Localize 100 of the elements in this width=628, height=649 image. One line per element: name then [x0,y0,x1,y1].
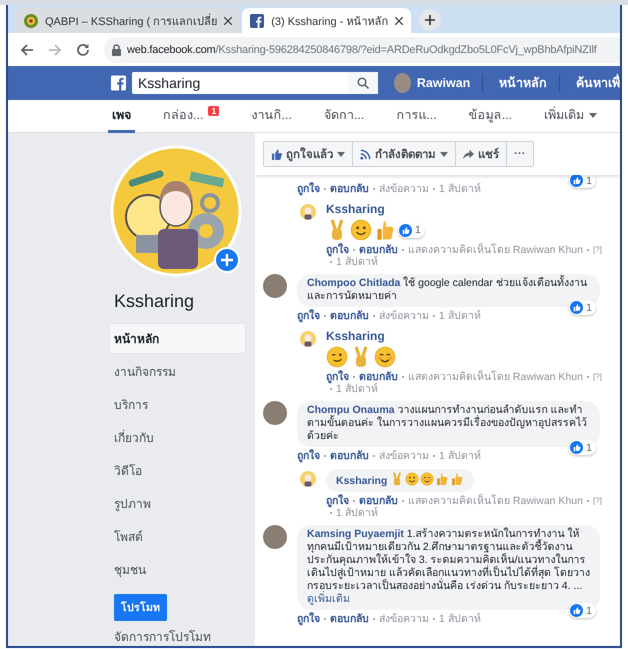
like-reaction-icon [570,301,584,314]
user-avatar[interactable] [263,401,287,425]
comment-action-link[interactable]: ถูกใจ [297,450,320,462]
separator-dot-icon [402,500,404,502]
comment-action-link[interactable]: ถูกใจ [297,613,320,625]
sidebar-item[interactable]: รูปภาพ [110,489,245,518]
separator-dot-icon [373,455,375,457]
comment-meta: 1 สัปดาห์ [439,183,481,195]
promote-button[interactable]: โปรโมท [114,594,167,621]
sidebar-item[interactable]: ชุมชน [110,555,245,584]
comment-meta: แสดงความคิดเห็นโดย Rawiwan Khun [408,244,583,256]
comment-action-link[interactable]: ตอบกลับ [359,244,398,256]
comment-action-link[interactable]: ถูกใจ [297,310,320,322]
comment-meta: ส่งข้อความ [379,183,429,195]
share-arrow-icon [463,148,474,160]
comment-text: Kamsing Puyaemjit 1.สร้างความตระหนักในการทำงาน ให้ทุกคนมีเป้าหมายเดียวกัน 2.ศึกษามาตรฐานและตัวชี้วัดงานประกันคุณภาพให้เข้าใจ 3. ระดมความคิดเห็น/แนวทางในการเดินไปสู่เป้าหมาย แล้วคัดเลือกแนวทางที่เป็นไปได้ที่สุด โดยวางกรอบระยะเวลาเป็นสองอย่างนั่นคือ เร่งด่วน กับระยะยาว 4. ... [307,528,590,592]
page-tab[interactable]: จัดกา... [320,100,368,133]
smiling-face-icon [420,472,434,486]
user-avatar[interactable] [263,525,287,549]
close-icon[interactable] [224,16,232,24]
manage-promotions-link[interactable]: จัดการการโปรโมท [114,627,245,646]
forward-arrow-icon [48,42,62,56]
page-tab[interactable]: กล่อง... 1 [159,100,224,133]
comment-action-link[interactable]: ถูกใจ [326,371,349,383]
browser-tab[interactable]: QABPI – KSSharing ( การแลกเปลี่ย [16,8,240,33]
comment-author-link[interactable]: Kssharing [326,329,385,343]
browser-tab[interactable]: (3) Kssharing - หน้าหลัก [242,8,412,33]
comment-author-link[interactable]: Kssharing [336,475,388,487]
like-count-badge: 1 [398,222,425,238]
page-tab[interactable]: ข้อมูล... [464,100,516,133]
like-count-badge: 1 [569,300,596,315]
like-count-badge: 1 [569,440,596,455]
winking-face-icon [326,346,348,368]
sidebar-item[interactable]: หน้าหลัก [110,324,245,353]
facebook-favicon-icon [250,14,264,28]
comment-action-link[interactable]: ถูกใจ [326,244,349,256]
sidebar-item[interactable]: เกี่ยวกับ [110,423,245,452]
new-tab-button[interactable] [419,9,442,31]
nav-link[interactable]: ค้นหาเพื่ [576,73,620,93]
nav-link[interactable]: หน้าหลัก [499,73,548,93]
comment-action-link[interactable]: ตอบกลับ [359,495,398,507]
like-button[interactable]: ถูกใจแล้ว [264,142,353,166]
page-avatar-icon [300,331,316,347]
search-button[interactable] [348,72,378,94]
back-arrow-icon [20,42,34,56]
page-tab[interactable]: เพิ่มเติม [540,100,602,133]
comment-action-link[interactable]: ถูกใจ [326,495,349,507]
add-photo-icon[interactable] [214,247,240,273]
address-bar[interactable]: web.facebook.com/Kssharing-596284250846798/?eid=ARDeRuOdkgdZbo5L0FcVj_wpBhbAfpiNZIlf [104,36,620,62]
user-name-link[interactable]: Rawiwan [416,76,470,90]
separator-dot-icon [373,618,375,620]
user-avatar[interactable] [263,274,287,298]
separator-dot-icon [433,315,435,317]
smiley-icon [405,472,420,486]
separator-dot-icon [324,618,326,620]
comment-action-link[interactable]: ตอบกลับ [330,450,369,462]
separator-dot-icon [353,500,355,502]
sidebar-item[interactable]: โพสต์ [110,522,245,551]
see-more-link[interactable]: ดูเพิ่มเติม [307,593,350,605]
url-text: web.facebook.com/Kssharing-596284250846798/?eid=ARDeRuOdkgdZbo5L0FcVj_wpBhbAfpiNZIlf [127,44,597,56]
page-avatar-icon [300,204,316,220]
thumbs-up-icon [435,472,450,486]
comment-author-link[interactable]: Kssharing [326,202,385,216]
share-button[interactable]: แชร์ [456,142,507,166]
comment-action-link[interactable]: ตอบกลับ [330,183,369,195]
comment-meta: ส่งข้อความ [379,310,429,322]
close-icon[interactable] [395,16,404,24]
separator-dot-icon [324,188,326,190]
separator-dot-icon [353,376,355,378]
comment-meta: 1 สัปดาห์ [336,383,378,395]
like-count-badge: 1 [569,603,596,618]
more-button[interactable]: ··· [507,142,532,166]
facebook-logo-icon [111,74,126,92]
comment-action-link[interactable]: ตอบกลับ [359,371,398,383]
follow-button[interactable]: กำลังติดตาม [353,142,456,166]
sidebar-item[interactable]: วิดีโอ [110,456,245,485]
plus-icon [425,15,436,25]
comment-meta: ส่งข้อความ [379,613,429,625]
comment-action-link[interactable]: ถูกใจ [297,183,320,195]
page-name: Kssharing [114,291,196,312]
page-tab[interactable]: การแ... [392,100,441,133]
comment-meta: 1 สัปดาห์ [439,613,481,625]
separator-dot-icon [433,188,435,190]
separator-dot-icon [402,376,404,378]
sidebar-item[interactable]: บริการ [110,390,245,419]
rss-feed-icon [360,148,371,160]
comment-action-link[interactable]: ตอบกลับ [330,613,369,625]
separator-dot-icon [586,376,589,378]
search-field[interactable]: Kssharing [132,72,378,94]
comment-meta: 1 สัปดาห์ [336,507,378,519]
comment-meta: แสดงความคิดเห็นโดย Rawiwan Khun [408,371,583,383]
page-tab[interactable]: งานกิ... [247,100,296,133]
comment-meta: ส่งข้อความ [379,450,429,462]
separator-dot-icon [330,261,332,263]
like-reaction-icon [399,224,412,236]
separator-dot-icon [373,188,375,190]
comment-action-link[interactable]: ตอบกลับ [330,310,369,322]
separator-dot-icon [324,455,326,457]
search-icon [357,77,370,89]
sidebar-item[interactable]: งานกิจกรรม [110,357,245,386]
